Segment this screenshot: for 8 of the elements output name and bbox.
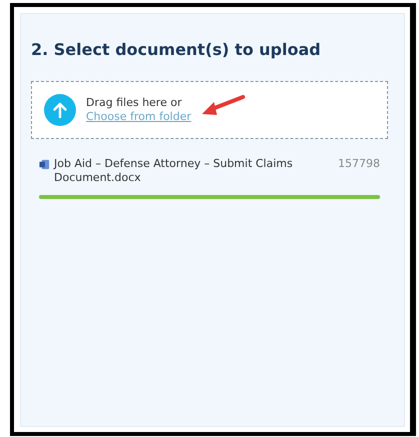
drop-zone[interactable]: Drag files here or Choose from folder <box>31 81 388 139</box>
upload-icon <box>44 94 76 126</box>
section-title: 2. Select document(s) to upload <box>31 40 322 59</box>
pointer-arrow-drawing <box>200 94 246 118</box>
file-size: 157798 <box>338 157 380 171</box>
drop-prompt: Drag files here or <box>86 96 183 110</box>
file-name: Job Aid – Defense Attorney – Submit Claims Document.docx <box>54 157 294 185</box>
document-icon <box>39 159 50 170</box>
